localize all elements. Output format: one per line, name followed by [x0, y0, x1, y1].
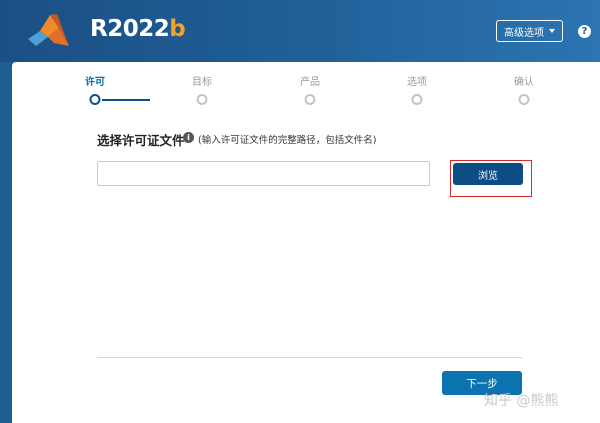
- step-dot-options: [411, 94, 423, 105]
- version-title: R2022b: [90, 16, 186, 42]
- caret-down-icon: [549, 29, 555, 33]
- step-dot-target: [196, 94, 208, 105]
- step-label-products: 产品: [300, 77, 320, 88]
- footer-divider: [97, 357, 522, 358]
- step-indicator: 许可 目标 产品 选项 确认: [12, 62, 600, 112]
- license-file-title: 选择许可证文件: [97, 133, 185, 148]
- step-label-license: 许可: [85, 77, 105, 88]
- step-dot-products: [304, 94, 316, 105]
- step-label-confirm: 确认: [514, 77, 534, 88]
- step-label-options: 选项: [407, 77, 427, 88]
- info-icon[interactable]: i: [183, 132, 194, 143]
- step-label-target: 目标: [192, 77, 212, 88]
- version-suffix: b: [169, 16, 186, 42]
- advanced-options-label: 高级选项: [504, 27, 544, 39]
- license-file-hint: (输入许可证文件的完整路径，包括文件名): [198, 135, 377, 146]
- version-main: R2022: [90, 16, 170, 42]
- license-path-input[interactable]: [97, 161, 430, 186]
- step-dot-license: [89, 94, 101, 105]
- advanced-options-button[interactable]: 高级选项: [496, 20, 563, 42]
- step-progress-bar: [102, 99, 150, 101]
- step-dot-confirm: [518, 94, 530, 105]
- app-header: R2022b 高级选项 ?: [0, 0, 600, 62]
- matlab-logo-icon: [28, 14, 69, 46]
- help-icon[interactable]: ?: [578, 25, 591, 38]
- installer-panel: 许可 目标 产品 选项 确认 选择许可证文件 i (输入许可证文件的完整路径，包…: [12, 62, 600, 423]
- browse-button[interactable]: 浏览: [453, 163, 523, 185]
- watermark-text: 知乎 @熊熊: [484, 393, 559, 409]
